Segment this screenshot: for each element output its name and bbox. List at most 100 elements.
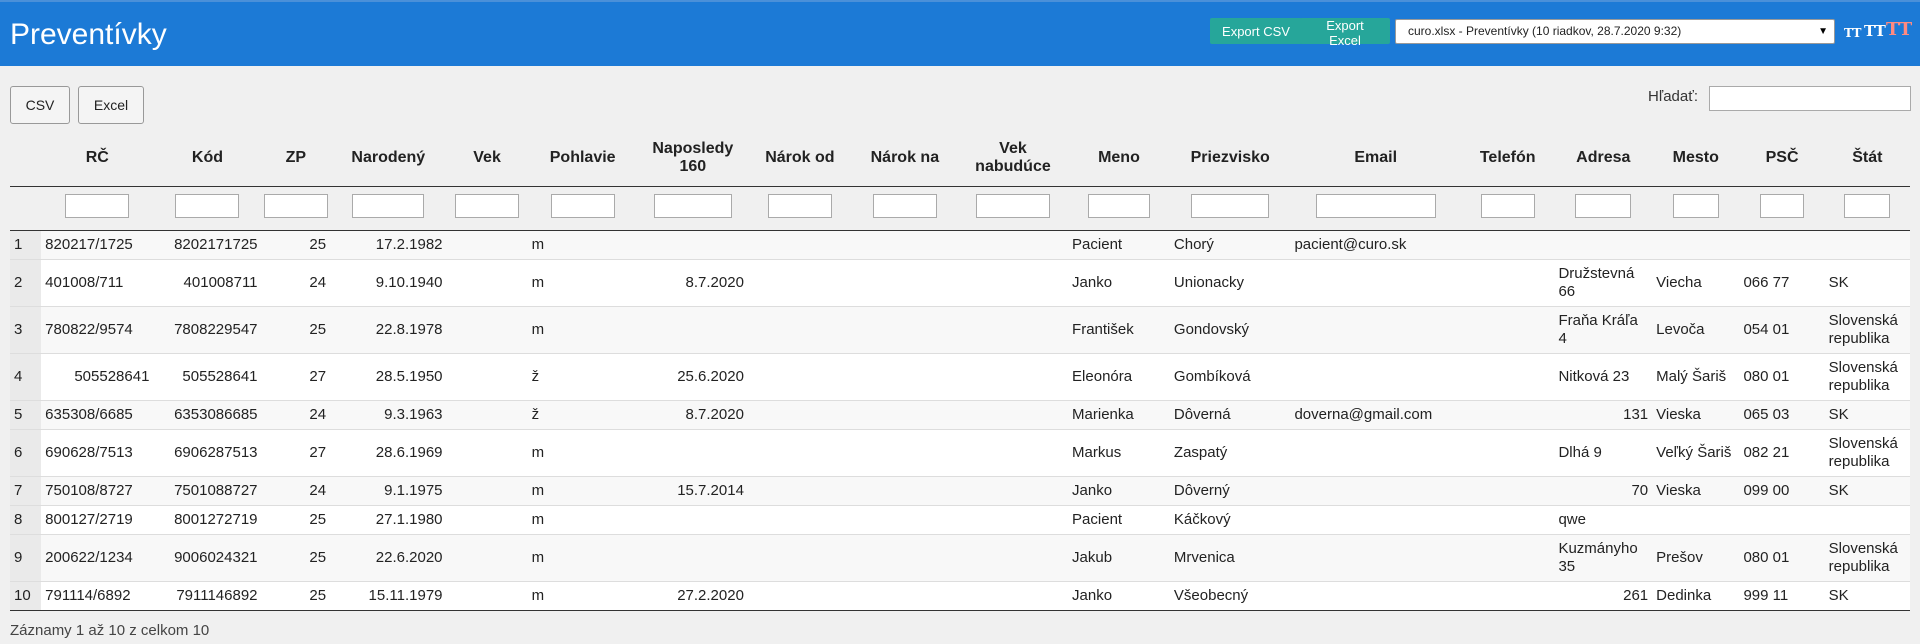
table-cell: Jakub [1068, 533, 1170, 581]
column-header[interactable]: Nárok na [851, 130, 958, 187]
export-csv-button[interactable]: Export CSV [1210, 18, 1302, 44]
filter-cell [1652, 186, 1740, 231]
table-cell [1824, 504, 1910, 534]
column-filter-input[interactable] [263, 194, 328, 218]
table-cell [957, 428, 1069, 476]
table-cell: Dlhá 9 [1554, 428, 1653, 476]
table-cell: Všeobecný [1169, 580, 1291, 611]
table-cell: 27.2.2020 [637, 580, 748, 611]
table-cell [1460, 428, 1555, 476]
font-size-medium-icon[interactable]: TT [1864, 22, 1886, 40]
table-cell: doverna@gmail.com [1290, 399, 1461, 429]
column-header[interactable]: Naposledy 160 [637, 130, 748, 187]
export-excel-button[interactable]: Export Excel [1300, 18, 1390, 48]
table-cell: 4 [10, 352, 42, 400]
table-cell: 10 [10, 580, 42, 611]
column-header[interactable]: Štát [1824, 130, 1910, 187]
table-cell: Vieska [1652, 399, 1740, 429]
column-header[interactable]: Vek nabudúce [957, 130, 1069, 187]
table-cell [1460, 229, 1555, 259]
column-header[interactable]: Narodený [330, 130, 447, 187]
column-filter-input[interactable] [767, 194, 832, 218]
column-filter-input[interactable] [653, 194, 732, 218]
column-filter-input[interactable] [65, 194, 130, 218]
table-cell [637, 504, 748, 534]
data-table: RČ Kód ZP Narodený Vek Pohlavie Naposledy 160 N… [10, 130, 1910, 611]
column-filter-input[interactable] [1844, 194, 1891, 218]
table-row[interactable]: 3 780822/9574 7808229547 25 22.8.1978 m Franti… [10, 305, 1910, 353]
table-cell: 15.7.2014 [637, 475, 748, 505]
column-header[interactable]: Email [1290, 130, 1461, 187]
column-filter-input[interactable] [872, 194, 937, 218]
table-row[interactable]: 10 791114/6892 7911146892 25 15.11.1979 m 27.2… [10, 580, 1910, 611]
table-cell: Marienka [1068, 399, 1170, 429]
column-filter-input[interactable] [1480, 194, 1535, 218]
table-cell: 820217/1725 [41, 229, 154, 259]
table-cell: 17.2.1982 [330, 229, 447, 259]
column-header[interactable]: Adresa [1554, 130, 1653, 187]
filter-cell [261, 186, 331, 231]
column-filter-input[interactable] [175, 194, 240, 218]
table-row[interactable]: 9 200622/1234 9006024321 25 22.6.2020 m Jakub M… [10, 533, 1910, 581]
column-filter-input[interactable] [550, 194, 615, 218]
column-header[interactable]: Kód [153, 130, 262, 187]
column-header[interactable]: Pohlavie [527, 130, 638, 187]
filter-cell [10, 186, 42, 231]
table-row[interactable]: 4 505528641 505528641 27 28.5.1950 ž 25.6.2020… [10, 352, 1910, 400]
table-cell: Fraňa Kráľa 4 [1554, 305, 1653, 353]
table-row[interactable]: 1 820217/1725 8202171725 25 17.2.1982 m Pacien… [10, 229, 1910, 259]
column-filter-input[interactable] [975, 194, 1050, 218]
column-header[interactable]: RČ [41, 130, 154, 187]
column-filter-input[interactable] [352, 194, 425, 218]
table-row[interactable]: 6 690628/7513 6906287513 27 28.6.1969 m Markus… [10, 428, 1910, 476]
table-cell: 800127/2719 [41, 504, 154, 534]
table-row[interactable]: 5 635308/6685 6353086685 24 9.3.1963 ž 8.7.202… [10, 399, 1910, 429]
font-size-small-icon[interactable]: TT [1844, 26, 1861, 40]
csv-button[interactable]: CSV [10, 86, 70, 124]
column-filter-input[interactable] [1672, 194, 1719, 218]
table-cell: 24 [261, 399, 331, 429]
table-cell: 22.6.2020 [330, 533, 447, 581]
table-row[interactable]: 8 800127/2719 8001272719 25 27.1.1980 m Pacien… [10, 504, 1910, 534]
filter-cell [153, 186, 262, 231]
column-header[interactable]: Telefón [1460, 130, 1555, 187]
column-header[interactable]: PSČ [1739, 130, 1825, 187]
table-cell: m [527, 229, 638, 259]
column-header[interactable]: Mesto [1652, 130, 1740, 187]
table-cell: 780822/9574 [41, 305, 154, 353]
table-cell: qwe [1554, 504, 1653, 534]
table-row[interactable]: 2 401008/711 401008711 24 9.10.1940 m 8.7.2020… [10, 258, 1910, 306]
table-cell: 200622/1234 [41, 533, 154, 581]
column-filter-input[interactable] [455, 194, 520, 218]
column-header[interactable]: Meno [1068, 130, 1170, 187]
table-cell: Pacient [1068, 229, 1170, 259]
filter-cell [1068, 186, 1170, 231]
table-cell: 25 [261, 305, 331, 353]
table-cell [957, 352, 1069, 400]
column-header[interactable]: Nárok od [747, 130, 852, 187]
table-cell [957, 504, 1069, 534]
table-cell: 080 01 [1739, 533, 1825, 581]
file-select[interactable]: curo.xlsx - Preventívky (10 riadkov, 28.… [1395, 19, 1835, 44]
table-cell [637, 533, 748, 581]
search-input[interactable] [1709, 86, 1911, 111]
column-filter-input[interactable] [1191, 194, 1270, 218]
column-header[interactable]: ZP [261, 130, 331, 187]
table-cell: Nitková 23 [1554, 352, 1653, 400]
font-size-large-icon[interactable]: TT [1886, 19, 1912, 40]
column-filter-input[interactable] [1087, 194, 1150, 218]
table-cell [957, 580, 1069, 611]
excel-button[interactable]: Excel [78, 86, 144, 124]
table-cell: 9 [10, 533, 42, 581]
table-cell: Janko [1068, 475, 1170, 505]
column-header[interactable]: Priezvisko [1169, 130, 1291, 187]
column-header[interactable]: Vek [446, 130, 528, 187]
column-filter-input[interactable] [1760, 194, 1805, 218]
table-cell: m [527, 475, 638, 505]
table-cell [1290, 533, 1461, 581]
table-cell: m [527, 533, 638, 581]
column-filter-input[interactable] [1315, 194, 1436, 218]
table-cell [957, 229, 1069, 259]
table-row[interactable]: 7 750108/8727 7501088727 24 9.1.1975 m 15.7.20… [10, 475, 1910, 505]
column-filter-input[interactable] [1575, 194, 1632, 218]
